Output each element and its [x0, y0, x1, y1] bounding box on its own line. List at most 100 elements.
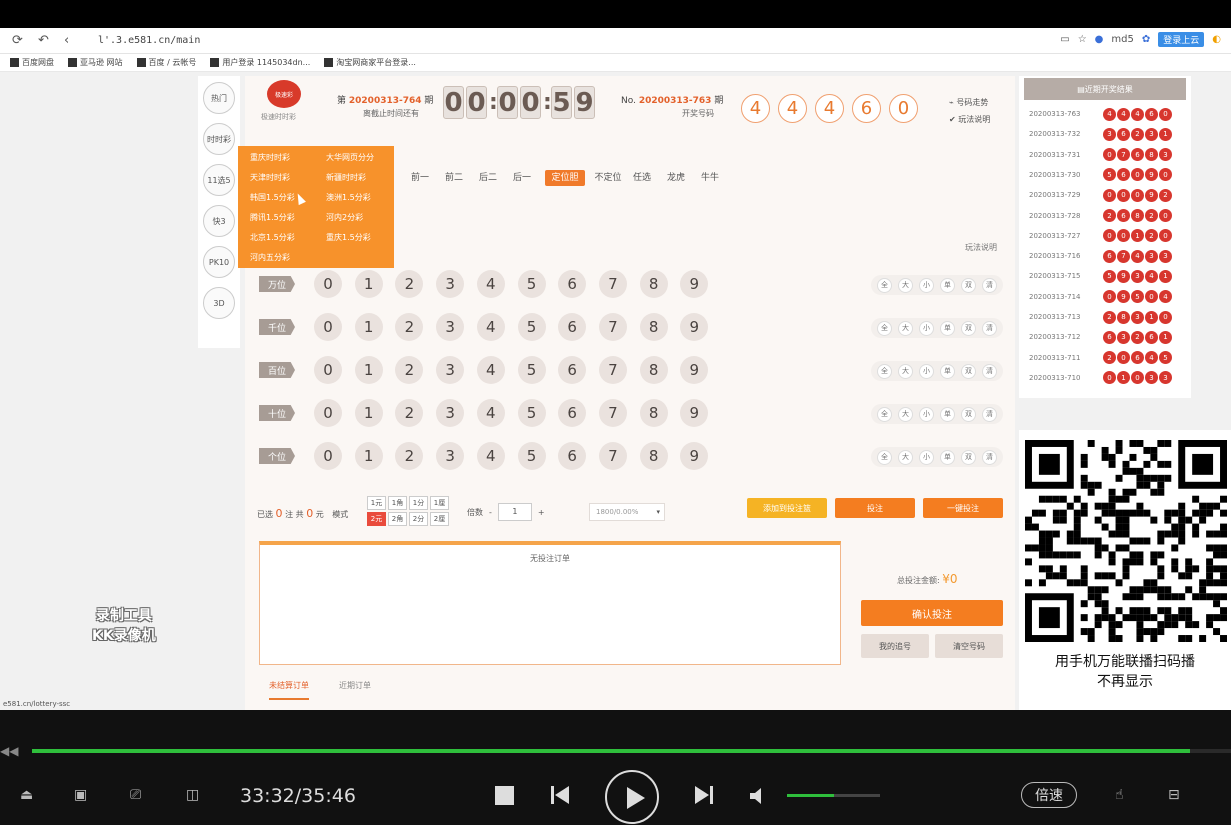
digit-ball[interactable]: 3: [436, 442, 465, 470]
filter-button[interactable]: 清: [982, 320, 997, 336]
trend-link[interactable]: ⌁ 号码走势: [949, 94, 990, 111]
dropdown-item[interactable]: 河内五分彩: [250, 252, 290, 263]
digit-ball[interactable]: 9: [680, 313, 709, 341]
multiplier-minus-button[interactable]: -: [489, 508, 492, 517]
digit-ball[interactable]: 2: [395, 270, 424, 298]
digit-ball[interactable]: 6: [558, 313, 587, 341]
filter-button[interactable]: 单: [940, 449, 955, 465]
digit-ball[interactable]: 1: [354, 399, 383, 427]
digit-ball[interactable]: 8: [639, 356, 668, 384]
bet-button[interactable]: 投注: [835, 498, 915, 518]
undo-icon[interactable]: ↶: [38, 33, 49, 48]
screenshot-icon[interactable]: ▭: [1060, 34, 1069, 45]
unit-option[interactable]: 2分: [409, 512, 428, 526]
add-to-basket-button[interactable]: 添加到投注篮: [747, 498, 827, 518]
toolbox-icon[interactable]: ⊟: [1168, 787, 1180, 803]
digit-ball[interactable]: 7: [598, 356, 627, 384]
dropdown-item[interactable]: 韩国1.5分彩: [250, 192, 295, 203]
filter-button[interactable]: 全: [877, 363, 892, 379]
digit-ball[interactable]: 0: [314, 313, 342, 341]
digit-ball[interactable]: 3: [436, 313, 465, 341]
tab-play-type[interactable]: 不定位: [591, 170, 625, 186]
play-rules-link[interactable]: 玩法说明: [965, 242, 997, 253]
dropdown-item[interactable]: 澳洲1.5分彩: [326, 192, 371, 203]
filter-button[interactable]: 小: [919, 406, 934, 422]
digit-ball[interactable]: 4: [476, 270, 505, 298]
star-icon[interactable]: ☆: [1078, 34, 1087, 45]
digit-ball[interactable]: 2: [395, 442, 424, 470]
filter-button[interactable]: 大: [898, 406, 913, 422]
digit-ball[interactable]: 1: [354, 442, 383, 470]
digit-ball[interactable]: 6: [558, 399, 587, 427]
digit-ball[interactable]: 1: [354, 313, 383, 341]
bookmark-item[interactable]: 亚马逊 网站: [68, 57, 123, 68]
bookmark-item[interactable]: 百度网盘: [10, 57, 54, 68]
my-chase-button[interactable]: 我的追号: [861, 634, 929, 658]
digit-ball[interactable]: 5: [517, 399, 546, 427]
digit-ball[interactable]: 2: [395, 356, 424, 384]
filter-button[interactable]: 大: [898, 449, 913, 465]
tab-play-type[interactable]: 定位胆: [545, 170, 585, 186]
seek-bar[interactable]: [32, 749, 1231, 753]
digit-ball[interactable]: 4: [476, 442, 505, 470]
digit-ball[interactable]: 9: [680, 442, 709, 470]
filter-button[interactable]: 双: [961, 277, 976, 293]
tab-play-type[interactable]: 龙虎: [659, 170, 693, 186]
filter-button[interactable]: 清: [982, 449, 997, 465]
unit-option[interactable]: 2厘: [430, 512, 449, 526]
filter-button[interactable]: 全: [877, 449, 892, 465]
digit-ball[interactable]: 0: [314, 356, 342, 384]
speed-button[interactable]: 倍速: [1021, 782, 1077, 808]
category-2[interactable]: 11选5: [203, 164, 235, 196]
digit-ball[interactable]: 3: [436, 399, 465, 427]
qr-code-icon[interactable]: [1025, 436, 1227, 646]
digit-ball[interactable]: 4: [476, 399, 505, 427]
dropdown-item[interactable]: 腾讯1.5分彩: [250, 212, 295, 223]
filter-button[interactable]: 双: [961, 320, 976, 336]
dropdown-item[interactable]: 重庆时时彩: [250, 152, 290, 163]
tab-play-type[interactable]: 牛牛: [693, 170, 727, 186]
user-name[interactable]: md5: [1111, 34, 1133, 45]
digit-ball[interactable]: 8: [639, 313, 668, 341]
back-icon[interactable]: ‹: [64, 33, 69, 48]
unit-option[interactable]: 1元: [367, 496, 386, 510]
filter-button[interactable]: 小: [919, 363, 934, 379]
dropdown-item[interactable]: 大华网页分分: [326, 152, 374, 163]
digit-ball[interactable]: 1: [354, 356, 383, 384]
volume-icon[interactable]: [748, 786, 768, 806]
digit-ball[interactable]: 5: [517, 356, 546, 384]
tab-play-type[interactable]: 前一: [403, 170, 437, 186]
category-4[interactable]: PK10: [203, 246, 235, 278]
screencast-icon[interactable]: ◫: [186, 787, 199, 803]
login-chip[interactable]: 登录上云: [1158, 32, 1205, 47]
bookmark-item[interactable]: 百度 / 云帐号: [136, 57, 196, 68]
rebate-select[interactable]: 1800/0.00% ▾: [589, 503, 665, 521]
filter-button[interactable]: 单: [940, 277, 955, 293]
category-1[interactable]: 时时彩: [203, 123, 235, 155]
previous-icon[interactable]: [549, 784, 571, 806]
playlist-icon[interactable]: ▣: [74, 787, 87, 803]
rewind-icon[interactable]: ◀◀: [0, 744, 18, 758]
digit-ball[interactable]: 7: [598, 313, 627, 341]
digit-ball[interactable]: 3: [436, 270, 465, 298]
digit-ball[interactable]: 0: [314, 442, 342, 470]
quick-bet-button[interactable]: 一键投注: [923, 498, 1003, 518]
recent-results-button[interactable]: ▤ 近期开奖结果: [1024, 78, 1186, 100]
category-0[interactable]: 热门: [203, 82, 235, 114]
category-5[interactable]: 3D: [203, 287, 235, 319]
digit-ball[interactable]: 4: [476, 313, 505, 341]
filter-button[interactable]: 小: [919, 277, 934, 293]
digit-ball[interactable]: 9: [680, 270, 709, 298]
bookmark-item[interactable]: 用户登录 1145034dn...: [210, 57, 310, 68]
dropdown-item[interactable]: 新疆时时彩: [326, 172, 366, 183]
digit-ball[interactable]: 4: [476, 356, 505, 384]
tab-play-type[interactable]: 后一: [505, 170, 539, 186]
tv-icon[interactable]: ⎚: [130, 787, 141, 803]
unit-option[interactable]: 1角: [388, 496, 407, 510]
filter-button[interactable]: 双: [961, 363, 976, 379]
digit-ball[interactable]: 2: [395, 399, 424, 427]
tab-recent-orders[interactable]: 近期订单: [339, 680, 371, 700]
digit-ball[interactable]: 0: [314, 399, 342, 427]
extension-icon[interactable]: ✿: [1142, 34, 1150, 45]
filter-button[interactable]: 小: [919, 320, 934, 336]
